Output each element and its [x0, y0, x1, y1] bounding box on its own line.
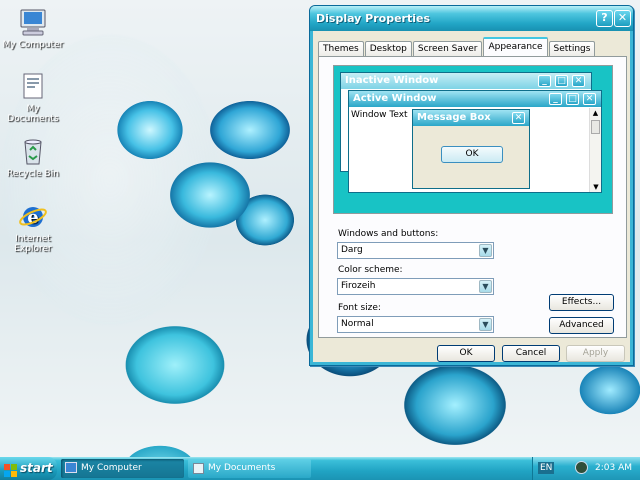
title-bar[interactable]: Display Properties ? ✕ [310, 6, 633, 31]
close-icon: ✕ [572, 75, 585, 87]
windows-buttons-value: Darg [341, 245, 363, 255]
desktop-icon-label: My Documents [7, 104, 59, 124]
font-size-label: Font size: [338, 303, 381, 313]
minimize-icon: _ [538, 75, 551, 87]
display-properties-dialog: Display Properties ? ✕ Themes Desktop Sc… [309, 5, 634, 366]
minimize-icon: _ [549, 93, 562, 105]
my-documents-icon [17, 70, 49, 102]
folder-icon [193, 463, 204, 474]
advanced-button[interactable]: Advanced [549, 317, 614, 334]
start-label: start [20, 461, 53, 475]
preview-message-titlebar: Message Box ✕ [413, 110, 529, 126]
taskbar: start My Computer My Documents EN 2:03 A… [0, 457, 640, 480]
tab-screen-saver[interactable]: Screen Saver [412, 41, 483, 57]
language-indicator[interactable]: EN [538, 462, 555, 474]
preview-message-title: Message Box [417, 112, 491, 123]
chevron-down-icon[interactable]: ▼ [479, 318, 492, 331]
help-button[interactable]: ? [596, 10, 613, 27]
task-label: My Documents [208, 463, 276, 473]
internet-explorer-icon: e [17, 200, 49, 232]
maximize-icon: □ [555, 75, 568, 87]
clock-tray-icon[interactable] [575, 461, 588, 474]
desktop-icon-my-documents[interactable]: My Documents [0, 70, 66, 124]
scroll-thumb [591, 120, 600, 134]
maximize-icon: □ [566, 93, 579, 105]
color-scheme-label: Color scheme: [338, 265, 403, 275]
task-label: My Computer [81, 463, 142, 473]
desktop-icon-recycle-bin[interactable]: Recycle Bin [0, 135, 66, 179]
tab-strip: Themes Desktop Screen Saver Appearance S… [318, 37, 596, 57]
preview-inactive-title: Inactive Window [345, 75, 439, 86]
task-my-documents[interactable]: My Documents [188, 459, 311, 478]
tab-desktop[interactable]: Desktop [364, 41, 412, 57]
tab-themes[interactable]: Themes [318, 41, 364, 57]
chevron-down-icon[interactable]: ▼ [479, 280, 492, 293]
font-size-value: Normal [341, 319, 374, 329]
cancel-button[interactable]: Cancel [502, 345, 560, 362]
clock[interactable]: 2:03 AM [595, 462, 632, 474]
apply-button[interactable]: Apply [566, 345, 625, 362]
scroll-up-icon: ▲ [592, 109, 599, 117]
preview-scrollbar: ▲ ▼ [589, 108, 601, 192]
desktop-icon-internet-explorer[interactable]: e Internet Explorer [0, 200, 66, 254]
recycle-bin-icon [17, 135, 49, 167]
tab-appearance[interactable]: Appearance [483, 37, 548, 57]
color-scheme-value: Firozeih [341, 281, 376, 291]
system-tray: EN 2:03 AM [532, 457, 640, 480]
close-icon: ✕ [512, 112, 525, 124]
preview-active-titlebar: Active Window _ □ ✕ [349, 91, 601, 107]
scroll-down-icon: ▼ [593, 183, 599, 191]
preview-active-title: Active Window [353, 93, 437, 104]
windows-buttons-label: Windows and buttons: [338, 229, 439, 239]
font-size-select[interactable]: Normal ▼ [337, 316, 494, 333]
appearance-panel: Inactive Window _ □ ✕ Active Window _ □ … [318, 56, 627, 338]
desktop-icon-label: Recycle Bin [7, 169, 59, 179]
close-button[interactable]: ✕ [614, 10, 631, 27]
chevron-down-icon[interactable]: ▼ [479, 244, 492, 257]
tab-settings[interactable]: Settings [548, 41, 596, 57]
desktop-icon-my-computer[interactable]: My Computer [0, 6, 66, 50]
appearance-preview: Inactive Window _ □ ✕ Active Window _ □ … [333, 65, 613, 214]
start-button[interactable]: start [0, 457, 57, 480]
preview-window-text: Window Text [351, 110, 408, 120]
windows-logo-icon [4, 462, 17, 477]
close-icon: ✕ [583, 93, 596, 105]
ok-button[interactable]: OK [437, 345, 495, 362]
my-computer-icon [65, 462, 77, 473]
preview-ok-button: OK [441, 146, 503, 163]
color-scheme-select[interactable]: Firozeih ▼ [337, 278, 494, 295]
preview-inactive-titlebar: Inactive Window _ □ ✕ [341, 73, 591, 89]
dialog-title: Display Properties [316, 12, 431, 25]
desktop-icon-label: My Computer [2, 40, 64, 50]
effects-button[interactable]: Effects... [549, 294, 614, 311]
windows-buttons-select[interactable]: Darg ▼ [337, 242, 494, 259]
my-computer-icon [17, 6, 49, 38]
task-my-computer[interactable]: My Computer [61, 459, 184, 478]
desktop-icon-label: Internet Explorer [14, 234, 52, 254]
preview-message-box: Message Box ✕ OK [412, 109, 530, 189]
